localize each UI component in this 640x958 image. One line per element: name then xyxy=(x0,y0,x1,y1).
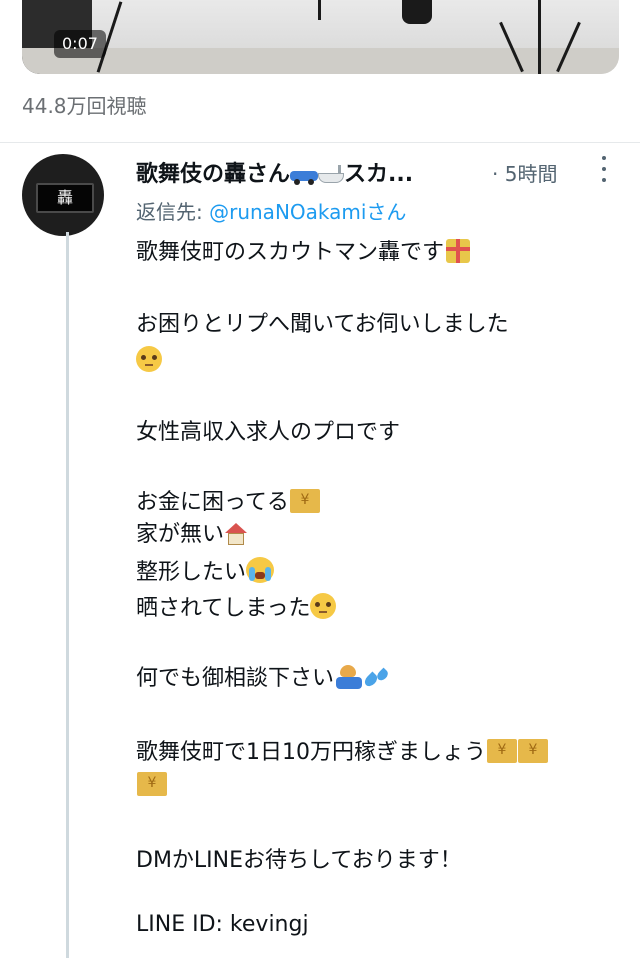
tweet-line-text: 晒されてしまった xyxy=(136,596,311,621)
bowing-person-icon xyxy=(334,665,364,689)
gift-icon xyxy=(446,239,471,263)
tweet-line: LINE ID: kevingj xyxy=(136,912,309,937)
tweet-line-text: 女性高収入求人のプロです xyxy=(136,420,401,445)
relieved-face-icon xyxy=(136,346,162,372)
tweet-line: 歌舞伎町のスカウトマン轟です xyxy=(136,234,471,266)
video-timestamp: 0:07 xyxy=(54,30,106,58)
author-name-text: 歌舞伎の轟さん xyxy=(136,162,291,187)
mic-stand xyxy=(318,0,321,20)
view-count: 44.8万回視聴 xyxy=(22,94,147,118)
author-name-suffix: スカ... xyxy=(344,162,414,187)
money-icon xyxy=(289,489,320,513)
avatar[interactable]: 轟 xyxy=(22,154,104,236)
tweet-line-text: お困りとリプへ聞いてお伺いしました xyxy=(136,312,509,337)
money-icon xyxy=(487,739,517,763)
bathtub-icon xyxy=(318,165,345,185)
video-floor xyxy=(22,48,619,74)
tweet-line: 晒されてしまった xyxy=(136,590,337,622)
tweet-line-text: LINE ID: kevingj xyxy=(136,912,309,937)
divider xyxy=(0,142,640,143)
light-stand xyxy=(538,0,541,74)
tweet-line-text: お金に困ってる xyxy=(136,490,289,515)
tweet-line-text: DMかLINEお待ちしております！ xyxy=(136,848,462,873)
tweet-line: お困りとリプへ聞いてお伺いしました xyxy=(136,306,509,338)
house-icon xyxy=(224,523,248,545)
tweet-line: DMかLINEお待ちしております！ xyxy=(136,842,462,874)
tweet-line-text: 家が無い xyxy=(136,522,225,547)
tweet-line: お金に困ってる xyxy=(136,484,320,516)
reply-to: 返信先: @runaNOakamiさん xyxy=(136,196,406,225)
sweat-droplets-icon xyxy=(364,667,390,689)
more-icon[interactable] xyxy=(598,156,610,182)
tweet-line-text: 何でも御相談下さい xyxy=(136,666,335,691)
tweet-line: 何でも御相談下さい xyxy=(136,660,390,692)
time-separator: · xyxy=(492,162,499,186)
video-player[interactable]: 0:07 xyxy=(22,0,619,74)
relieved-face-icon xyxy=(310,593,337,619)
money-icon xyxy=(518,739,548,763)
tweet-line-text: 歌舞伎町のスカウトマン轟です xyxy=(136,240,445,265)
tweet-line xyxy=(136,346,162,374)
crying-face-icon xyxy=(246,557,275,583)
time-ago: 5時間 xyxy=(504,162,558,186)
tweet-line: 整形したい xyxy=(136,554,275,586)
tweet-line: 家が無い xyxy=(136,516,248,548)
car-icon xyxy=(290,165,319,185)
author-name[interactable]: 歌舞伎の轟さん スカ... xyxy=(136,156,413,188)
tweet-line-text: 歌舞伎町で1日10万円稼ぎましょう xyxy=(136,740,486,765)
reply-to-handle[interactable]: @runaNOakamiさん xyxy=(209,200,406,224)
tweet-line: 歌舞伎町で1日10万円稼ぎましょう xyxy=(136,734,548,766)
person-feet xyxy=(402,0,432,24)
tweet-line: 女性高収入求人のプロです xyxy=(136,414,400,446)
money-icon xyxy=(137,772,167,796)
tweet-line xyxy=(136,772,167,798)
tweet-line-text: 整形したい xyxy=(136,560,247,585)
reply-to-label: 返信先: xyxy=(136,200,203,224)
timestamp[interactable]: · 5時間 xyxy=(492,158,557,187)
avatar-plate: 轟 xyxy=(36,183,94,213)
thread-line xyxy=(66,232,69,958)
